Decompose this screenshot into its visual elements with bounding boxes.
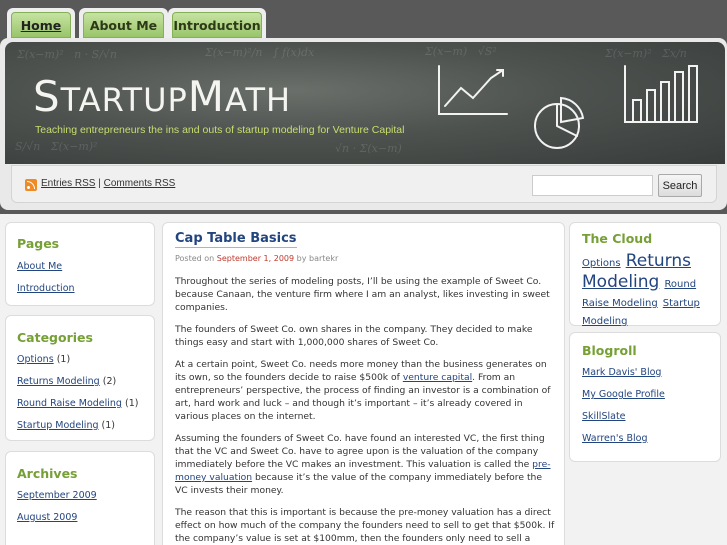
post-title[interactable]: Cap Table Basics — [175, 231, 297, 248]
chalk-formula: Σ(x−m)² Σx/n — [605, 47, 687, 60]
cloud-heading: The Cloud — [582, 231, 653, 246]
chalk-charts-illustration — [438, 65, 698, 149]
logo-letter: M — [187, 72, 226, 121]
bar-chart-bar — [674, 71, 684, 123]
list-item: My Google Profile — [582, 389, 665, 411]
paragraph-text: Assuming the founders of Sweet Co. have … — [175, 433, 545, 470]
search-input[interactable] — [532, 175, 653, 196]
list-item: August 2009 — [17, 512, 97, 523]
category-link-returns-modeling[interactable]: Returns Modeling — [17, 376, 100, 387]
tag-link-options[interactable]: Options — [582, 258, 621, 269]
list-item: September 2009 — [17, 490, 97, 512]
list-item: Options (1) — [17, 354, 138, 376]
pages-widget: Pages About Me Introduction — [5, 222, 155, 306]
nav-tab-home[interactable]: Home — [7, 8, 75, 40]
bar-chart-bar — [632, 99, 642, 123]
nav-tab-introduction-label[interactable]: Introduction — [172, 12, 262, 38]
category-link-options[interactable]: Options — [17, 354, 54, 365]
archives-list: September 2009 August 2009 — [17, 490, 97, 523]
chalk-formula: Σ(x−m)²/n ∫ f(x)dx — [205, 46, 315, 59]
archive-link-august-2009[interactable]: August 2009 — [17, 512, 77, 523]
tag-link-raise-modeling[interactable]: Raise Modeling — [582, 298, 658, 309]
line-chart-line — [444, 69, 504, 107]
nav-tab-about-me[interactable]: About Me — [79, 8, 168, 40]
tag-cloud: Options Returns Modeling Round Raise Mod… — [582, 251, 718, 329]
bar-chart-bar — [660, 81, 670, 123]
nav-tab-introduction[interactable]: Introduction — [168, 8, 266, 40]
nav-tab-home-label[interactable]: Home — [11, 12, 71, 38]
page-link-about-me[interactable]: About Me — [17, 261, 62, 272]
blogroll-link-mark-davis[interactable]: Mark Davis' Blog — [582, 367, 661, 378]
post-paragraph: The reason that this is important is bec… — [175, 507, 555, 544]
rss-separator: | — [98, 178, 101, 189]
bar-chart-bar — [646, 89, 656, 123]
post-paragraph: The founders of Sweet Co. own shares in … — [175, 324, 533, 348]
search-button[interactable]: Search — [658, 174, 702, 197]
site-logo[interactable]: STARTUPMATH — [33, 72, 291, 121]
logo-text: TARTUP — [60, 81, 188, 119]
category-count: (2) — [102, 376, 117, 387]
post-meta: Posted on September 1, 2009 by bartekr — [175, 254, 338, 263]
list-item: Warren's Blog — [582, 433, 665, 444]
logo-text: ATH — [225, 81, 292, 119]
blogroll-link-skillslate[interactable]: SkillSlate — [582, 411, 626, 422]
category-link-round-raise-modeling[interactable]: Round Raise Modeling — [17, 398, 122, 409]
comments-rss-link[interactable]: Comments RSS — [104, 178, 176, 189]
categories-list: Options (1) Returns Modeling (2) Round R… — [17, 354, 138, 431]
blogroll-link-google-profile[interactable]: My Google Profile — [582, 389, 665, 400]
blogroll-heading: Blogroll — [582, 343, 637, 358]
category-link-startup-modeling[interactable]: Startup Modeling — [17, 420, 99, 431]
post-body: Throughout the series of modeling posts,… — [175, 275, 555, 545]
entries-rss-link[interactable]: Entries RSS — [41, 178, 95, 189]
pages-heading: Pages — [17, 236, 60, 251]
category-count: (1) — [125, 398, 139, 409]
archive-link-september-2009[interactable]: September 2009 — [17, 490, 97, 501]
chalk-formula: √n · Σ(x−m) — [335, 142, 402, 155]
nav-tab-about-me-label[interactable]: About Me — [83, 12, 164, 38]
post-author[interactable]: bartekr — [309, 254, 338, 263]
blogroll-list: Mark Davis' Blog My Google Profile Skill… — [582, 367, 665, 444]
rss-links: Entries RSS | Comments RSS — [41, 178, 175, 189]
list-item: Mark Davis' Blog — [582, 367, 665, 389]
archives-heading: Archives — [17, 466, 78, 481]
list-item: Returns Modeling (2) — [17, 376, 138, 398]
categories-widget: Categories Options (1) Returns Modeling … — [5, 315, 155, 441]
archives-widget: Archives September 2009 August 2009 — [5, 451, 155, 545]
site-banner[interactable]: Σ(x−m)² n · S/√n Σ(x−m)²/n ∫ f(x)dx Σ(x−… — [5, 42, 725, 164]
list-item: About Me — [17, 261, 75, 283]
tag-link-round[interactable]: Round — [664, 279, 696, 290]
blogroll-widget: Blogroll Mark Davis' Blog My Google Prof… — [569, 332, 721, 462]
venture-capital-link[interactable]: venture capital — [403, 372, 472, 383]
page-link-introduction[interactable]: Introduction — [17, 283, 75, 294]
category-count: (1) — [101, 420, 115, 431]
post-paragraph: Throughout the series of modeling posts,… — [175, 276, 550, 313]
logo-letter: S — [33, 72, 61, 121]
post-date[interactable]: September 1, 2009 — [217, 254, 294, 263]
chalk-formula: Σ(x−m) √S² — [425, 45, 497, 58]
tag-cloud-widget: The Cloud Options Returns Modeling Round… — [569, 222, 721, 329]
site-tagline: Teaching entrepreneurs the ins and outs … — [35, 124, 405, 136]
chalk-formula: Σ(x−m)² n · S/√n — [17, 48, 118, 61]
posted-on-label: Posted on — [175, 254, 215, 263]
list-item: Startup Modeling (1) — [17, 420, 138, 431]
post-paragraph: Assuming the founders of Sweet Co. have … — [175, 432, 555, 497]
list-item: Round Raise Modeling (1) — [17, 398, 138, 420]
list-item: Introduction — [17, 283, 75, 294]
list-item: SkillSlate — [582, 411, 665, 433]
categories-heading: Categories — [17, 330, 93, 345]
bar-chart-bar — [688, 65, 698, 123]
pages-list: About Me Introduction — [17, 261, 75, 294]
feed-search-bar: Entries RSS | Comments RSS Search — [11, 165, 717, 203]
blogroll-link-warrens-blog[interactable]: Warren's Blog — [582, 433, 648, 444]
post-paragraph: At a certain point, Sweet Co. needs more… — [175, 358, 555, 423]
chalk-formula: S/√n Σ(x−m)² — [15, 140, 98, 153]
by-label: by — [296, 254, 307, 263]
post-article: Cap Table Basics Posted on September 1, … — [162, 222, 565, 545]
category-count: (1) — [56, 354, 71, 365]
rss-icon[interactable] — [25, 179, 37, 191]
